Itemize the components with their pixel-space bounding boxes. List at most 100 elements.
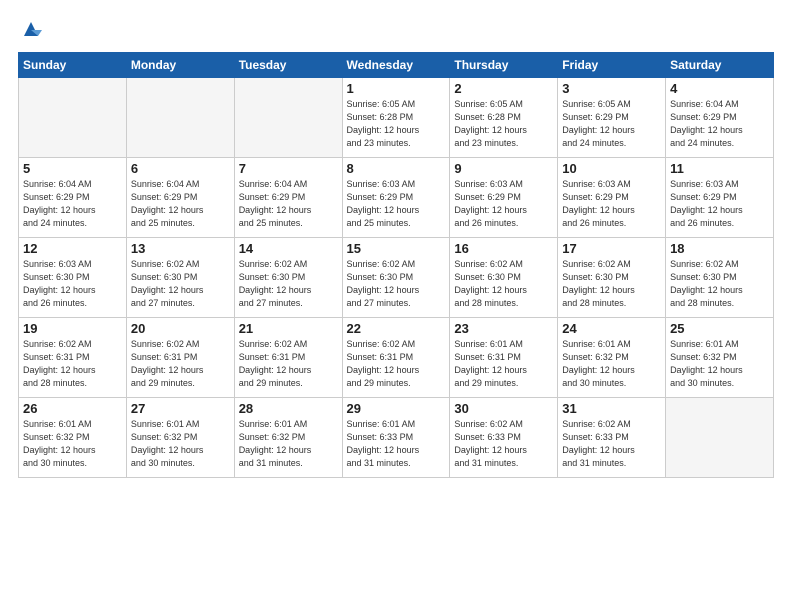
day-info: Sunrise: 6:02 AM Sunset: 6:30 PM Dayligh…	[239, 258, 338, 310]
page: SundayMondayTuesdayWednesdayThursdayFrid…	[0, 0, 792, 612]
calendar-cell: 28 Sunrise: 6:01 AM Sunset: 6:32 PM Dayli…	[234, 398, 342, 478]
calendar-cell: 30Sunrise: 6:02 AM Sunset: 6:33 PM Dayli…	[450, 398, 558, 478]
calendar-cell: 29 Sunrise: 6:01 AM Sunset: 6:33 PM Dayli…	[342, 398, 450, 478]
day-info: Sunrise: 6:01 AM Sunset: 6:32 PM Dayligh…	[562, 338, 661, 390]
day-info: Sunrise: 6:02 AM Sunset: 6:31 PM Dayligh…	[131, 338, 230, 390]
day-number: 28	[239, 401, 338, 416]
weekday-header: Saturday	[666, 53, 774, 78]
calendar-cell: 10 Sunrise: 6:03 AM Sunset: 6:29 PM Dayli…	[558, 158, 666, 238]
day-info: Sunrise: 6:01 AM Sunset: 6:31 PM Dayligh…	[454, 338, 553, 390]
day-info: Sunrise: 6:02 AM Sunset: 6:31 PM Dayligh…	[23, 338, 122, 390]
weekday-header: Sunday	[19, 53, 127, 78]
day-info: Sunrise: 6:02 AM Sunset: 6:33 PM Dayligh…	[454, 418, 553, 470]
day-info: Sunrise: 6:03 AM Sunset: 6:29 PM Dayligh…	[347, 178, 446, 230]
day-number: 12	[23, 241, 122, 256]
weekday-header: Wednesday	[342, 53, 450, 78]
day-number: 6	[131, 161, 230, 176]
day-info: Sunrise: 6:02 AM Sunset: 6:30 PM Dayligh…	[670, 258, 769, 310]
weekday-header-row: SundayMondayTuesdayWednesdayThursdayFrid…	[19, 53, 774, 78]
weekday-header: Tuesday	[234, 53, 342, 78]
day-info: Sunrise: 6:04 AM Sunset: 6:29 PM Dayligh…	[23, 178, 122, 230]
day-number: 22	[347, 321, 446, 336]
day-info: Sunrise: 6:01 AM Sunset: 6:33 PM Dayligh…	[347, 418, 446, 470]
day-number: 11	[670, 161, 769, 176]
day-info: Sunrise: 6:01 AM Sunset: 6:32 PM Dayligh…	[131, 418, 230, 470]
logo	[18, 18, 42, 40]
calendar-week-row: 26Sunrise: 6:01 AM Sunset: 6:32 PM Dayli…	[19, 398, 774, 478]
calendar-cell: 3 Sunrise: 6:05 AM Sunset: 6:29 PM Daylig…	[558, 78, 666, 158]
calendar-week-row: 1 Sunrise: 6:05 AM Sunset: 6:28 PM Daylig…	[19, 78, 774, 158]
day-number: 13	[131, 241, 230, 256]
day-number: 3	[562, 81, 661, 96]
calendar-cell: 9 Sunrise: 6:03 AM Sunset: 6:29 PM Daylig…	[450, 158, 558, 238]
calendar-cell: 14 Sunrise: 6:02 AM Sunset: 6:30 PM Dayli…	[234, 238, 342, 318]
day-number: 27	[131, 401, 230, 416]
day-info: Sunrise: 6:05 AM Sunset: 6:29 PM Dayligh…	[562, 98, 661, 150]
day-number: 20	[131, 321, 230, 336]
day-info: Sunrise: 6:02 AM Sunset: 6:30 PM Dayligh…	[562, 258, 661, 310]
day-number: 24	[562, 321, 661, 336]
day-info: Sunrise: 6:02 AM Sunset: 6:30 PM Dayligh…	[347, 258, 446, 310]
day-number: 14	[239, 241, 338, 256]
calendar-cell: 1 Sunrise: 6:05 AM Sunset: 6:28 PM Daylig…	[342, 78, 450, 158]
calendar-cell: 2Sunrise: 6:05 AM Sunset: 6:28 PM Daylig…	[450, 78, 558, 158]
header	[18, 18, 774, 40]
day-info: Sunrise: 6:02 AM Sunset: 6:31 PM Dayligh…	[347, 338, 446, 390]
weekday-header: Friday	[558, 53, 666, 78]
day-number: 16	[454, 241, 553, 256]
calendar-cell: 7 Sunrise: 6:04 AM Sunset: 6:29 PM Daylig…	[234, 158, 342, 238]
calendar-cell	[126, 78, 234, 158]
day-info: Sunrise: 6:03 AM Sunset: 6:30 PM Dayligh…	[23, 258, 122, 310]
day-info: Sunrise: 6:01 AM Sunset: 6:32 PM Dayligh…	[23, 418, 122, 470]
day-info: Sunrise: 6:03 AM Sunset: 6:29 PM Dayligh…	[562, 178, 661, 230]
calendar-cell: 20 Sunrise: 6:02 AM Sunset: 6:31 PM Dayli…	[126, 318, 234, 398]
day-info: Sunrise: 6:04 AM Sunset: 6:29 PM Dayligh…	[131, 178, 230, 230]
calendar-cell: 22 Sunrise: 6:02 AM Sunset: 6:31 PM Dayli…	[342, 318, 450, 398]
day-number: 31	[562, 401, 661, 416]
calendar-week-row: 19Sunrise: 6:02 AM Sunset: 6:31 PM Dayli…	[19, 318, 774, 398]
calendar-cell: 23 Sunrise: 6:01 AM Sunset: 6:31 PM Dayli…	[450, 318, 558, 398]
day-number: 29	[347, 401, 446, 416]
day-info: Sunrise: 6:01 AM Sunset: 6:32 PM Dayligh…	[239, 418, 338, 470]
day-number: 8	[347, 161, 446, 176]
day-info: Sunrise: 6:01 AM Sunset: 6:32 PM Dayligh…	[670, 338, 769, 390]
calendar-cell	[234, 78, 342, 158]
calendar-cell: 11 Sunrise: 6:03 AM Sunset: 6:29 PM Dayli…	[666, 158, 774, 238]
calendar-cell: 19Sunrise: 6:02 AM Sunset: 6:31 PM Dayli…	[19, 318, 127, 398]
day-number: 15	[347, 241, 446, 256]
day-info: Sunrise: 6:02 AM Sunset: 6:33 PM Dayligh…	[562, 418, 661, 470]
day-info: Sunrise: 6:05 AM Sunset: 6:28 PM Dayligh…	[347, 98, 446, 150]
calendar-week-row: 5 Sunrise: 6:04 AM Sunset: 6:29 PM Daylig…	[19, 158, 774, 238]
day-info: Sunrise: 6:02 AM Sunset: 6:30 PM Dayligh…	[131, 258, 230, 310]
calendar-cell: 6 Sunrise: 6:04 AM Sunset: 6:29 PM Daylig…	[126, 158, 234, 238]
day-info: Sunrise: 6:03 AM Sunset: 6:29 PM Dayligh…	[670, 178, 769, 230]
day-number: 2	[454, 81, 553, 96]
calendar-cell	[19, 78, 127, 158]
day-number: 1	[347, 81, 446, 96]
day-info: Sunrise: 6:04 AM Sunset: 6:29 PM Dayligh…	[239, 178, 338, 230]
calendar-cell: 17Sunrise: 6:02 AM Sunset: 6:30 PM Dayli…	[558, 238, 666, 318]
calendar-cell: 4Sunrise: 6:04 AM Sunset: 6:29 PM Daylig…	[666, 78, 774, 158]
calendar-cell: 26Sunrise: 6:01 AM Sunset: 6:32 PM Dayli…	[19, 398, 127, 478]
calendar-cell: 13 Sunrise: 6:02 AM Sunset: 6:30 PM Dayli…	[126, 238, 234, 318]
day-number: 10	[562, 161, 661, 176]
calendar-cell: 21 Sunrise: 6:02 AM Sunset: 6:31 PM Dayli…	[234, 318, 342, 398]
calendar: SundayMondayTuesdayWednesdayThursdayFrid…	[18, 52, 774, 478]
day-number: 23	[454, 321, 553, 336]
day-info: Sunrise: 6:02 AM Sunset: 6:31 PM Dayligh…	[239, 338, 338, 390]
day-number: 9	[454, 161, 553, 176]
day-number: 7	[239, 161, 338, 176]
calendar-cell: 5 Sunrise: 6:04 AM Sunset: 6:29 PM Daylig…	[19, 158, 127, 238]
day-number: 18	[670, 241, 769, 256]
day-number: 21	[239, 321, 338, 336]
day-info: Sunrise: 6:04 AM Sunset: 6:29 PM Dayligh…	[670, 98, 769, 150]
day-number: 5	[23, 161, 122, 176]
day-number: 25	[670, 321, 769, 336]
day-info: Sunrise: 6:03 AM Sunset: 6:29 PM Dayligh…	[454, 178, 553, 230]
day-info: Sunrise: 6:02 AM Sunset: 6:30 PM Dayligh…	[454, 258, 553, 310]
calendar-cell: 12 Sunrise: 6:03 AM Sunset: 6:30 PM Dayli…	[19, 238, 127, 318]
calendar-cell: 25 Sunrise: 6:01 AM Sunset: 6:32 PM Dayli…	[666, 318, 774, 398]
calendar-cell: 27 Sunrise: 6:01 AM Sunset: 6:32 PM Dayli…	[126, 398, 234, 478]
calendar-cell: 18 Sunrise: 6:02 AM Sunset: 6:30 PM Dayli…	[666, 238, 774, 318]
calendar-cell: 24 Sunrise: 6:01 AM Sunset: 6:32 PM Dayli…	[558, 318, 666, 398]
